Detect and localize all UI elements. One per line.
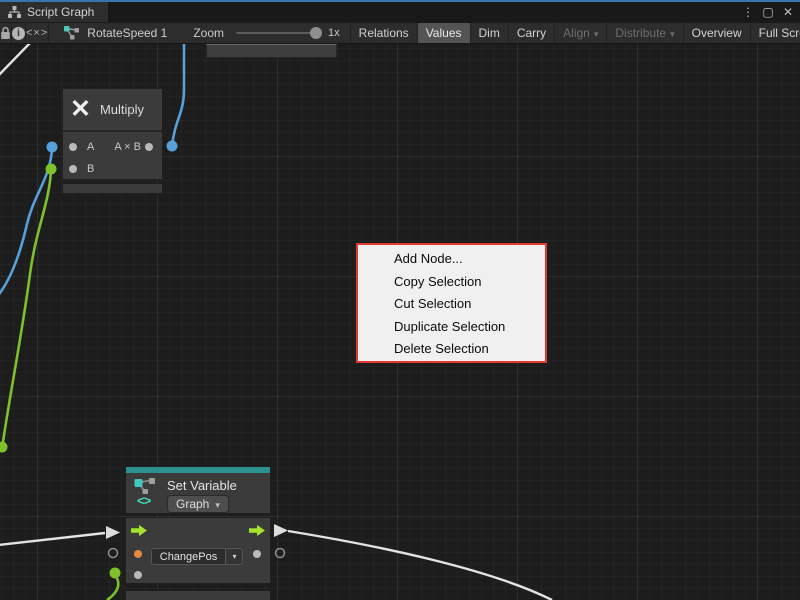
node-multiply[interactable]: ✕ Multiply A A × B B <box>62 88 163 194</box>
multiply-icon: ✕ <box>70 97 91 122</box>
dim-button[interactable]: Dim <box>471 23 509 43</box>
graph-toolbar: i <×> RotateSpeed 1 Zoom 1x Relations Va… <box>0 22 800 44</box>
wire-green-left[interactable] <box>3 171 51 442</box>
menu-item-duplicate-selection[interactable]: Duplicate Selection <box>358 316 545 339</box>
zoom-slider-handle[interactable] <box>310 27 322 39</box>
tab-bar: Script Graph ⋮ ▢ ✕ <box>0 2 800 22</box>
menu-item-add-node[interactable]: Add Node... <box>358 248 545 271</box>
window-controls: ⋮ ▢ ✕ <box>740 2 800 22</box>
align-label: Align <box>563 26 590 40</box>
wire-endpoint-green[interactable] <box>0 442 8 453</box>
toolbar-buttons: Relations Values Dim Carry Align ▾ Distr… <box>351 23 800 43</box>
graph-title-field[interactable] <box>206 44 337 58</box>
window-focus-line <box>0 0 800 2</box>
tab-label: Script Graph <box>27 5 94 19</box>
unconnected-port-left[interactable] <box>109 549 118 558</box>
inspect-button[interactable]: i <box>12 23 26 43</box>
multiply-footer <box>62 183 163 194</box>
graph-name: RotateSpeed 1 <box>87 26 167 40</box>
distribute-label: Distribute <box>615 26 666 40</box>
set-variable-footer <box>125 590 271 600</box>
node-set-variable[interactable]: <> Set Variable Graph ▾ <box>125 466 271 600</box>
port-out-label: A × B <box>105 141 141 153</box>
unconnected-port-right[interactable] <box>276 549 285 558</box>
set-variable-icon: <> <box>134 478 160 499</box>
relations-button[interactable]: Relations <box>351 23 418 43</box>
window-menu-button[interactable]: ⋮ <box>740 2 756 22</box>
caret-down-icon: ▾ <box>594 29 599 40</box>
wire-green-bottom[interactable] <box>107 575 118 600</box>
flow-arrowhead-in[interactable] <box>106 526 120 539</box>
script-graph-window: Script Graph ⋮ ▢ ✕ i <×> <box>0 0 800 600</box>
variable-angle-icon: <> <box>137 493 150 508</box>
port-a-input[interactable] <box>69 143 77 151</box>
caret-down-icon: ▾ <box>670 29 675 40</box>
tab-script-graph[interactable]: Script Graph <box>0 2 108 22</box>
wire-white-flow-in[interactable] <box>0 533 105 545</box>
context-menu: Add Node... Copy Selection Cut Selection… <box>356 243 547 363</box>
multiply-body: A A × B B <box>63 132 162 179</box>
code-icon: <×> <box>26 27 48 39</box>
variable-name-value: ChangePos <box>160 551 218 563</box>
zoom-label: Zoom <box>193 26 224 40</box>
maximize-button[interactable]: ▢ <box>760 2 776 22</box>
flow-output-port[interactable] <box>249 525 265 536</box>
port-out-output[interactable] <box>145 143 153 151</box>
menu-item-copy-selection[interactable]: Copy Selection <box>358 271 545 294</box>
overview-button[interactable]: Overview <box>684 23 751 43</box>
zoom-control: Zoom 1x <box>177 23 350 43</box>
wire-white-flow-out[interactable] <box>288 531 552 600</box>
flow-arrowhead-out[interactable] <box>274 524 288 537</box>
distribute-button[interactable]: Distribute ▾ <box>607 23 683 43</box>
fallback-input-port[interactable] <box>134 571 142 579</box>
menu-item-delete-selection[interactable]: Delete Selection <box>358 338 545 361</box>
wire-blue-left[interactable] <box>0 149 52 298</box>
caret-down-icon: ▾ <box>232 552 236 561</box>
caret-down-icon: ▾ <box>215 500 220 511</box>
lock-button[interactable] <box>0 23 12 43</box>
graph-node-icon <box>64 26 80 40</box>
code-view-button[interactable]: <×> <box>26 23 49 43</box>
variable-kind-value: Graph <box>176 497 209 511</box>
flow-input-port[interactable] <box>131 525 147 536</box>
graph-breadcrumb[interactable]: RotateSpeed 1 <box>49 23 177 43</box>
wire-blue-output[interactable] <box>172 44 184 146</box>
wire-endpoint-blue[interactable] <box>167 141 178 152</box>
output-value-port[interactable] <box>253 550 261 558</box>
menu-item-cut-selection[interactable]: Cut Selection <box>358 293 545 316</box>
zoom-slider[interactable] <box>236 32 320 34</box>
variable-value-port[interactable] <box>134 550 142 558</box>
set-variable-accent-bar <box>125 466 271 473</box>
variable-kind-dropdown[interactable]: Graph ▾ <box>167 495 229 513</box>
close-button[interactable]: ✕ <box>780 2 796 22</box>
multiply-title: Multiply <box>100 102 144 117</box>
variable-name-dropdown[interactable]: ChangePos <box>151 548 226 565</box>
values-button[interactable]: Values <box>418 23 471 43</box>
info-icon: i <box>12 27 25 40</box>
variable-name-caret-button[interactable]: ▾ <box>227 548 243 565</box>
graph-canvas[interactable]: ✕ Multiply A A × B B <box>0 44 800 600</box>
port-a-label: A <box>87 141 94 153</box>
set-variable-header[interactable]: <> Set Variable Graph ▾ <box>125 473 271 514</box>
wire-endpoint-blue[interactable] <box>47 142 58 153</box>
wire-endpoint-green[interactable] <box>110 568 121 579</box>
graph-hierarchy-icon <box>8 6 21 18</box>
carry-button[interactable]: Carry <box>509 23 555 43</box>
port-b-label: B <box>87 163 94 175</box>
port-b-input[interactable] <box>69 165 77 173</box>
fullscreen-button[interactable]: Full Screen <box>751 23 800 43</box>
set-variable-body: ChangePos ▾ <box>125 517 271 584</box>
wire-white-topleft[interactable] <box>0 44 30 77</box>
multiply-header[interactable]: ✕ Multiply <box>63 89 162 132</box>
zoom-value: 1x <box>328 27 340 39</box>
align-button[interactable]: Align ▾ <box>555 23 607 43</box>
set-variable-title: Set Variable <box>167 478 237 493</box>
lock-icon <box>0 27 11 40</box>
wire-endpoint-green[interactable] <box>46 164 57 175</box>
